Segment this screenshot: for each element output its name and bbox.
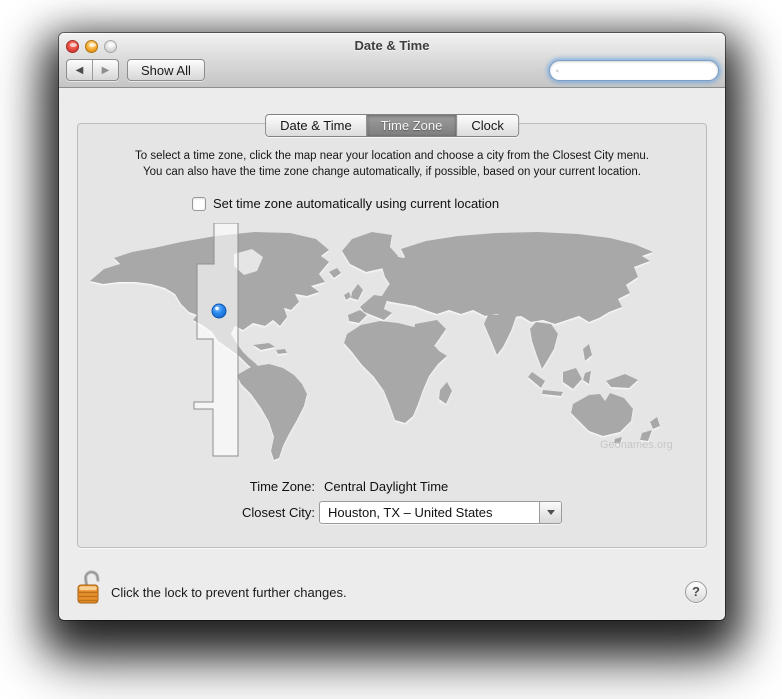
auto-timezone-label: Set time zone automatically using curren…	[213, 196, 500, 211]
auto-timezone-checkbox[interactable]	[192, 196, 206, 211]
tab-time-zone[interactable]: Time Zone	[365, 115, 457, 136]
back-icon: ◀	[75, 64, 84, 76]
back-button[interactable]: ◀	[67, 60, 92, 80]
auto-timezone-row: Set time zone automatically using curren…	[192, 196, 499, 211]
date-time-preferences-window: Date & Time ◀ ▶ Show All Date & Time Tim…	[59, 33, 725, 620]
tab-clock[interactable]: Clock	[456, 115, 518, 136]
preference-tabs: Date & Time Time Zone Clock	[265, 114, 519, 137]
location-pin[interactable]	[211, 303, 227, 319]
chevron-down-icon	[546, 510, 555, 515]
unlocked-padlock-icon	[77, 570, 100, 604]
tab-date-time[interactable]: Date & Time	[266, 115, 366, 136]
closest-city-row: Closest City: Houston, TX – United State…	[78, 501, 706, 524]
instructions-line-2: You can also have the time zone change a…	[143, 165, 641, 178]
forward-button[interactable]: ▶	[92, 60, 118, 80]
time-zone-panel: To select a time zone, click the map nea…	[77, 123, 707, 548]
closest-city-dropdown-button[interactable]	[539, 502, 561, 523]
question-mark-icon: ?	[692, 584, 700, 599]
instructions-line-1: To select a time zone, click the map nea…	[135, 150, 649, 162]
closest-city-label: Closest City:	[242, 505, 315, 520]
timezone-label: Time Zone:	[249, 479, 315, 494]
lock-button[interactable]	[76, 569, 104, 612]
nav-segmented-control: ◀ ▶	[66, 59, 119, 81]
show-all-label: Show All	[141, 62, 191, 78]
map-attribution: Geonames.org	[600, 439, 673, 451]
search-field[interactable]	[549, 60, 719, 81]
help-button[interactable]: ?	[685, 581, 707, 603]
timezone-row: Time Zone: Central Daylight Time	[78, 479, 706, 496]
search-input[interactable]	[559, 62, 718, 79]
forward-icon: ▶	[101, 64, 110, 76]
instructions-text: To select a time zone, click the map nea…	[78, 149, 706, 180]
lock-hint-text: Click the lock to prevent further change…	[111, 585, 347, 600]
window-title: Date & Time	[354, 38, 430, 53]
closest-city-value: Houston, TX – United States	[328, 505, 493, 520]
titlebar: Date & Time ◀ ▶ Show All	[59, 33, 725, 88]
show-all-button[interactable]: Show All	[127, 59, 205, 81]
timezone-value: Central Daylight Time	[324, 479, 449, 494]
world-map[interactable]: Geonames.org	[86, 223, 698, 463]
closest-city-combobox[interactable]: Houston, TX – United States	[319, 501, 562, 524]
